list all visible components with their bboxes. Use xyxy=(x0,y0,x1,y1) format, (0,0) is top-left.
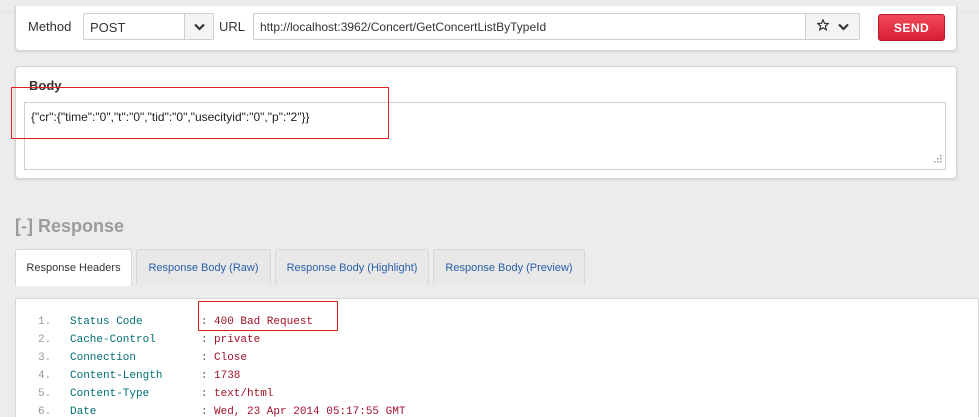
header-key: Date xyxy=(70,406,97,417)
status-highlight-box xyxy=(198,301,338,331)
line-number: 6. xyxy=(38,406,52,417)
response-heading[interactable]: [-] Response xyxy=(15,216,124,237)
tab-response-body-preview[interactable]: Response Body (Preview) xyxy=(433,249,585,285)
line-number: 3. xyxy=(38,352,52,364)
send-button[interactable]: SEND xyxy=(878,14,945,41)
chevron-down-icon[interactable] xyxy=(837,20,849,34)
header-key: Connection xyxy=(70,352,137,364)
tab-response-body-highlight[interactable]: Response Body (Highlight) xyxy=(275,249,429,285)
star-icon[interactable] xyxy=(815,18,830,34)
header-key: Content-Type xyxy=(70,388,150,400)
request-bar: Method POST URL http://localhost:3962/Co… xyxy=(15,6,957,51)
url-input[interactable]: http://localhost:3962/Concert/GetConcert… xyxy=(253,13,806,40)
header-row: 5. Content-Type : text/html xyxy=(16,388,978,406)
chevron-down-icon[interactable] xyxy=(184,14,213,39)
header-value: private xyxy=(214,334,261,346)
tab-response-headers[interactable]: Response Headers xyxy=(15,249,132,286)
url-value: http://localhost:3962/Concert/GetConcert… xyxy=(260,20,547,34)
url-label: URL xyxy=(219,19,246,34)
url-actions xyxy=(805,13,860,40)
resize-grip-icon[interactable] xyxy=(933,152,942,166)
header-key: Status Code xyxy=(70,316,143,328)
header-row: 1. Status Code : 400 Bad Request xyxy=(16,316,978,334)
header-row: 3. Connection : Close xyxy=(16,352,978,370)
line-number: 4. xyxy=(38,370,52,382)
method-value: POST xyxy=(90,20,126,35)
header-colon: : xyxy=(201,406,208,417)
line-number: 5. xyxy=(38,388,52,400)
header-key: Content-Length xyxy=(70,370,163,382)
header-colon: : xyxy=(201,334,208,346)
header-value: text/html xyxy=(214,388,274,400)
header-colon: : xyxy=(201,352,208,364)
body-highlight-box xyxy=(11,87,389,139)
header-colon: : xyxy=(201,370,208,382)
header-row: 4. Content-Length : 1738 xyxy=(16,370,978,388)
line-number: 2. xyxy=(38,334,52,346)
header-value: Wed, 23 Apr 2014 05:17:55 GMT xyxy=(214,406,406,417)
response-headers-panel: 1. Status Code : 400 Bad Request 2. Cach… xyxy=(15,298,979,417)
header-key: Cache-Control xyxy=(70,334,156,346)
header-row: 2. Cache-Control : private xyxy=(16,334,978,352)
tab-response-body-raw[interactable]: Response Body (Raw) xyxy=(136,249,271,285)
method-select[interactable]: POST xyxy=(83,13,214,40)
header-value: Close xyxy=(214,352,248,364)
header-row: 6. Date : Wed, 23 Apr 2014 05:17:55 GMT xyxy=(16,406,978,417)
header-value: 1738 xyxy=(214,370,241,382)
header-colon: : xyxy=(201,388,208,400)
line-number: 1. xyxy=(38,316,52,328)
method-label: Method xyxy=(28,19,72,34)
